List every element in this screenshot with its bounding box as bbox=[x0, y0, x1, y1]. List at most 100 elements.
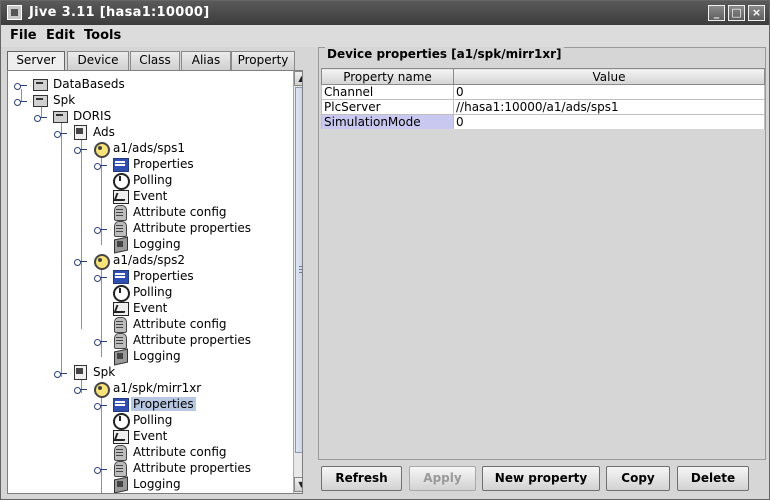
tree-node-doris[interactable]: DORIS bbox=[34, 108, 113, 124]
server-tree[interactable]: DataBaseds Spk DORIS Ads a1/ads/sps1 Pro… bbox=[7, 70, 303, 494]
tree-node-spk[interactable]: Spk bbox=[14, 92, 77, 108]
tree-node-attribute-properties[interactable]: Attribute properties bbox=[94, 332, 253, 349]
column-header-property-name[interactable]: Property name bbox=[321, 68, 454, 85]
scroll-thumb[interactable] bbox=[295, 87, 302, 453]
class-icon bbox=[72, 124, 88, 140]
tree-node-spk-class[interactable]: Spk bbox=[54, 364, 117, 380]
tree-node-logging[interactable]: Logging bbox=[112, 236, 183, 252]
tree-node-device[interactable]: a1/ads/sps1 bbox=[74, 140, 187, 158]
collapsed-toggle-icon[interactable] bbox=[94, 159, 108, 170]
collapsed-toggle-icon[interactable] bbox=[94, 223, 108, 234]
server-icon bbox=[52, 108, 68, 124]
expanded-toggle-icon[interactable] bbox=[14, 95, 28, 106]
property-value-cell[interactable]: 0 bbox=[453, 84, 765, 100]
property-name-cell[interactable]: Channel bbox=[321, 84, 454, 100]
tree-node-event[interactable]: Event bbox=[112, 428, 169, 444]
properties-icon bbox=[112, 268, 129, 284]
expanded-toggle-icon[interactable] bbox=[54, 367, 68, 378]
tree-node-label: Event bbox=[133, 429, 168, 443]
polling-icon bbox=[112, 172, 130, 190]
property-value-cell[interactable]: 0 bbox=[453, 114, 765, 130]
minimize-button[interactable]: _ bbox=[708, 5, 725, 21]
table-row-selected[interactable]: SimulationMode 0 bbox=[321, 114, 765, 130]
tree-node-label: Polling bbox=[133, 413, 173, 427]
tree-node-polling[interactable]: Polling bbox=[112, 284, 174, 302]
tree-node-event[interactable]: Event bbox=[112, 300, 169, 316]
expanded-toggle-icon[interactable] bbox=[74, 143, 88, 154]
tree-node-polling[interactable]: Polling bbox=[112, 172, 174, 190]
properties-table[interactable]: Property name Value Channel 0 PlcServer … bbox=[321, 68, 765, 130]
expanded-toggle-icon[interactable] bbox=[54, 127, 68, 138]
refresh-button[interactable]: Refresh bbox=[321, 466, 402, 491]
window-title: Jive 3.11 [hasa1:10000] bbox=[29, 5, 210, 20]
tab-property[interactable]: Property bbox=[231, 51, 295, 70]
tree-node-attribute-config[interactable]: Attribute config bbox=[112, 204, 229, 221]
expanded-toggle-icon[interactable] bbox=[74, 255, 88, 266]
tree-node-attribute-config[interactable]: Attribute config bbox=[112, 444, 229, 461]
tree-node-label: DORIS bbox=[73, 109, 112, 123]
collapsed-toggle-icon[interactable] bbox=[94, 463, 108, 474]
tree-node-device[interactable]: a1/ads/sps2 bbox=[74, 252, 187, 270]
polling-icon bbox=[112, 284, 130, 302]
tree-node-properties[interactable]: Properties bbox=[94, 156, 196, 172]
new-property-button[interactable]: New property bbox=[482, 466, 600, 491]
tree-node-logging[interactable]: Logging bbox=[112, 476, 183, 492]
table-row[interactable]: Channel 0 bbox=[321, 84, 765, 100]
tree-node-device[interactable]: a1/spk/mirr1xr bbox=[74, 380, 203, 398]
menu-bar: File Edit Tools bbox=[1, 25, 769, 47]
scroll-up-button[interactable]: ▲ bbox=[294, 71, 302, 86]
tree-node-attribute-config[interactable]: Attribute config bbox=[112, 316, 229, 333]
attribute-icon bbox=[112, 204, 128, 221]
tree-node-label: Polling bbox=[133, 285, 173, 299]
tab-alias[interactable]: Alias bbox=[181, 51, 231, 70]
copy-button[interactable]: Copy bbox=[606, 466, 670, 491]
tree-node-databaseds[interactable]: DataBaseds bbox=[14, 76, 127, 92]
tree-node-label: Attribute properties bbox=[133, 221, 252, 235]
tree-node-attribute-properties[interactable]: Attribute properties bbox=[94, 220, 253, 237]
collapsed-toggle-icon[interactable] bbox=[94, 335, 108, 346]
column-header-value[interactable]: Value bbox=[453, 68, 765, 85]
tree-node-label: Polling bbox=[133, 173, 173, 187]
tree-node-label: Logging bbox=[133, 237, 181, 251]
title-bar[interactable]: Jive 3.11 [hasa1:10000] _ □ × bbox=[1, 1, 769, 25]
tree-scrollbar[interactable]: ▲ ▼ bbox=[293, 71, 302, 493]
tree-node-label: Attribute properties bbox=[133, 333, 252, 347]
tab-server[interactable]: Server bbox=[7, 51, 65, 71]
expanded-toggle-icon[interactable] bbox=[34, 111, 48, 122]
attribute-icon bbox=[112, 220, 128, 237]
tree-node-logging[interactable]: Logging bbox=[112, 348, 183, 364]
event-icon bbox=[112, 300, 129, 316]
close-button[interactable]: × bbox=[748, 5, 765, 21]
collapsed-toggle-icon[interactable] bbox=[94, 399, 108, 410]
properties-icon bbox=[112, 156, 129, 172]
scroll-down-button[interactable]: ▼ bbox=[294, 477, 302, 492]
tree-node-label: DataBaseds bbox=[53, 77, 125, 91]
delete-button[interactable]: Delete bbox=[677, 466, 749, 491]
tree-node-event[interactable]: Event bbox=[112, 188, 169, 204]
tree-node-polling[interactable]: Polling bbox=[112, 412, 174, 430]
property-name-cell[interactable]: PlcServer bbox=[321, 99, 454, 115]
table-row[interactable]: PlcServer //hasa1:10000/a1/ads/sps1 bbox=[321, 99, 765, 115]
apply-button[interactable]: Apply bbox=[409, 466, 476, 491]
tree-node-ads[interactable]: Ads bbox=[54, 124, 117, 140]
expanded-toggle-icon[interactable] bbox=[74, 383, 88, 394]
tree-node-properties[interactable]: Properties bbox=[94, 268, 196, 284]
tab-class[interactable]: Class bbox=[130, 51, 180, 70]
panel-splitter[interactable] bbox=[307, 49, 315, 497]
property-name-cell[interactable]: SimulationMode bbox=[321, 114, 454, 130]
tree-node-properties-selected[interactable]: Properties bbox=[94, 396, 196, 412]
tree-node-label: Ads bbox=[93, 125, 115, 139]
tab-strip: Server Device Class Alias Property bbox=[7, 51, 295, 71]
menu-edit[interactable]: Edit bbox=[46, 28, 75, 43]
menu-file[interactable]: File bbox=[10, 28, 37, 43]
tab-device[interactable]: Device bbox=[67, 51, 129, 70]
menu-tools[interactable]: Tools bbox=[84, 28, 121, 43]
collapsed-toggle-icon[interactable] bbox=[94, 271, 108, 282]
tree-node-attribute-properties[interactable]: Attribute properties bbox=[94, 460, 253, 477]
tree-node-label: Logging bbox=[133, 349, 181, 363]
property-value-cell[interactable]: //hasa1:10000/a1/ads/sps1 bbox=[453, 99, 765, 115]
tree-node-label: Attribute config bbox=[133, 205, 227, 219]
maximize-button[interactable]: □ bbox=[728, 5, 745, 21]
collapsed-toggle-icon[interactable] bbox=[14, 79, 28, 90]
device-properties-panel: Device properties [a1/spk/mirr1xr] Prope… bbox=[318, 47, 766, 460]
